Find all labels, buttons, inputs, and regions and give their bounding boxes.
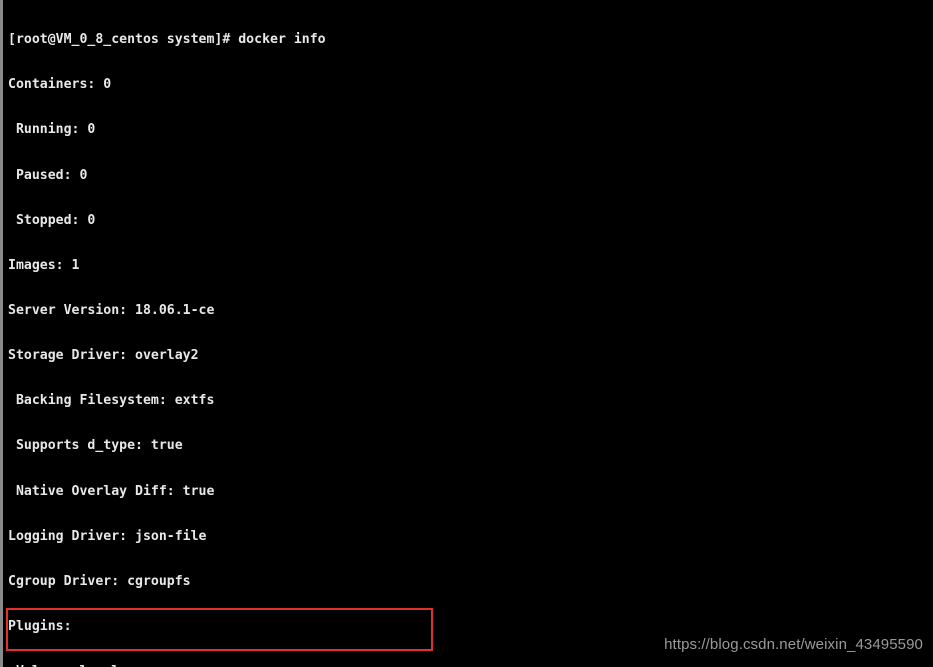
terminal-line: Supports d_type: true <box>8 438 183 454</box>
terminal-line: Cgroup Driver: cgroupfs <box>8 573 191 589</box>
terminal-output[interactable]: [root@VM_0_8_centos system]# docker info… <box>3 0 627 667</box>
terminal-line: Images: 1 <box>8 257 80 273</box>
terminal-line: Paused: 0 <box>8 167 88 183</box>
terminal-line: Backing Filesystem: extfs <box>8 393 215 409</box>
terminal-line: Stopped: 0 <box>8 212 96 228</box>
terminal-line: Native Overlay Diff: true <box>8 483 215 499</box>
terminal-line: Plugins: <box>8 618 72 634</box>
terminal-line: Logging Driver: json-file <box>8 528 207 544</box>
watermark-text: https://blog.csdn.net/weixin_43495590 <box>664 636 923 653</box>
terminal-line: Running: 0 <box>8 122 96 138</box>
terminal-line: [root@VM_0_8_centos system]# docker info <box>8 32 326 48</box>
terminal-line: Storage Driver: overlay2 <box>8 348 199 364</box>
terminal-window[interactable]: [root@VM_0_8_centos system]# docker info… <box>0 0 933 667</box>
terminal-line: Containers: 0 <box>8 77 112 93</box>
terminal-line: Server Version: 18.06.1-ce <box>8 302 215 318</box>
